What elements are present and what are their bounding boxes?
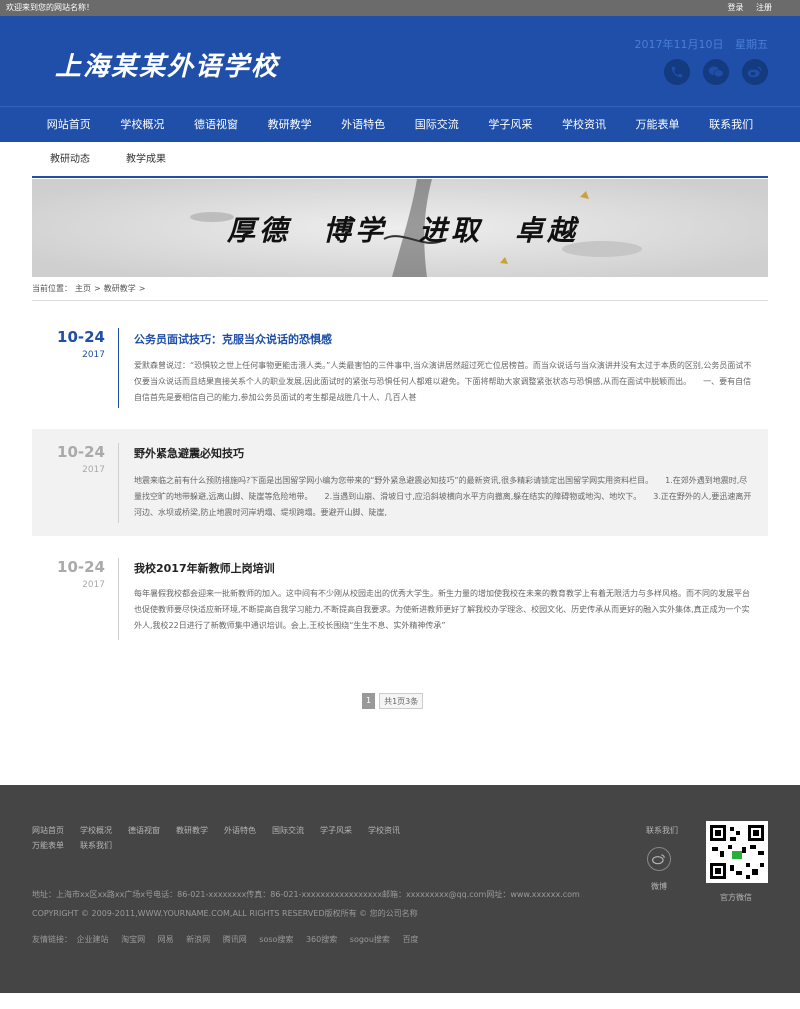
nav-item-about[interactable]: 学校概况	[106, 107, 180, 142]
weibo-label: 微博	[651, 882, 667, 891]
slogan-word: 进取	[419, 214, 484, 247]
article-divider	[118, 558, 119, 640]
wechat-icon[interactable]	[703, 59, 729, 85]
social-icons	[664, 59, 768, 85]
article-summary: 每年暑假我校都会迎来一批新教师的加入。这中间有不少刚从校园走出的优秀大学生。新生…	[134, 589, 750, 630]
account-links: 登录 注册	[717, 0, 772, 16]
friend-link[interactable]: 企业建站	[77, 935, 109, 944]
friend-link[interactable]: 腾讯网	[223, 935, 247, 944]
school-logo[interactable]: 上海某某外语学校	[55, 46, 279, 83]
breadcrumb-sep: >	[138, 284, 146, 293]
header-date: 2017年11月10日 星期五	[627, 36, 769, 52]
article-month-day: 10-24	[57, 443, 105, 461]
nav-item-students[interactable]: 学子风采	[474, 107, 548, 142]
article-year: 2017	[82, 465, 105, 475]
friend-links-label: 友情链接：	[32, 935, 72, 944]
footer-nav-item[interactable]: 联系我们	[80, 840, 112, 851]
article-item: 10-24 2017 公务员面试技巧：克服当众说话的恐惧感 爱默森曾说过：“恐惧…	[32, 318, 768, 413]
article-month-day: 10-24	[57, 558, 105, 576]
nav-item-home[interactable]: 网站首页	[32, 107, 106, 142]
footer-nav: 网站首页 学校概况 德语视窗 教研教学 外语特色 国际交流 学子风采 学校资讯 …	[32, 825, 462, 851]
footer-nav-item[interactable]: 网站首页	[32, 825, 64, 836]
footer-nav-item[interactable]: 国际交流	[272, 825, 304, 836]
breadcrumb-prefix: 当前位置：	[32, 284, 72, 293]
nav-item-exchange[interactable]: 国际交流	[400, 107, 474, 142]
article-year: 2017	[82, 580, 105, 590]
article-item: 10-24 2017 野外紧急避震必知技巧 地震来临之前有什么预防措施吗?下面是…	[32, 429, 768, 536]
friend-links: 友情链接： 企业建站 淘宝网 网易 新浪网 腾讯网 soso搜索 360搜索 s…	[32, 934, 428, 945]
slogan-word: 博学	[323, 214, 388, 247]
site-footer: 网站首页 学校概况 德语视窗 教研教学 外语特色 国际交流 学子风采 学校资讯 …	[0, 785, 800, 993]
article-year: 2017	[82, 350, 105, 360]
friend-link[interactable]: 淘宝网	[121, 935, 145, 944]
nav-item-german[interactable]: 德语视窗	[179, 107, 253, 142]
login-link[interactable]: 登录	[727, 3, 743, 12]
article-divider	[118, 443, 119, 523]
wechat-qr-code	[706, 821, 768, 883]
friend-link[interactable]: 百度	[402, 935, 418, 944]
friend-link[interactable]: soso搜索	[259, 935, 293, 944]
slogan-word: 厚德	[227, 214, 292, 247]
subnav-item-results[interactable]: 教学成果	[108, 142, 184, 176]
footer-copyright: COPYRIGHT © 2009-2011,WWW.YOURNAME.COM,A…	[32, 909, 418, 918]
register-link[interactable]: 注册	[756, 3, 772, 12]
banner: 厚德 博学 进取 卓越	[32, 179, 768, 277]
main-nav: 网站首页 学校概况 德语视窗 教研教学 外语特色 国际交流 学子风采 学校资讯 …	[0, 106, 800, 142]
friend-link[interactable]: 网易	[158, 935, 174, 944]
article-title[interactable]: 公务员面试技巧：克服当众说话的恐惧感	[134, 331, 332, 347]
nav-item-contact[interactable]: 联系我们	[694, 107, 768, 142]
breadcrumb-current[interactable]: 教研教学	[104, 284, 136, 293]
footer-nav-item[interactable]: 学子风采	[320, 825, 352, 836]
subnav-item-research[interactable]: 教研动态	[32, 142, 108, 176]
friend-link[interactable]: sogou搜索	[350, 935, 390, 944]
nav-item-features[interactable]: 外语特色	[326, 107, 400, 142]
footer-nav-item[interactable]: 学校资讯	[368, 825, 400, 836]
article-summary: 地震来临之前有什么预防措施吗?下面是出国留学网小编为您带来的“野外紧急避震必知技…	[134, 476, 752, 517]
friend-link[interactable]: 360搜索	[306, 935, 337, 944]
welcome-text: 欢迎来到您的网站名称！	[6, 3, 94, 12]
weekday-text: 星期五	[735, 38, 768, 51]
footer-nav-item[interactable]: 学校概况	[80, 825, 112, 836]
footer-nav-item[interactable]: 万能表单	[32, 840, 64, 851]
date-text: 2017年11月10日	[634, 38, 724, 51]
footer-nav-item[interactable]: 教研教学	[176, 825, 208, 836]
sub-nav: 教研动态 教学成果	[32, 142, 768, 178]
article-date: 10-24 2017	[32, 558, 105, 590]
breadcrumb-sep: >	[94, 284, 101, 293]
article-title[interactable]: 野外紧急避震必知技巧	[134, 445, 244, 461]
breadcrumb-home[interactable]: 主页	[75, 284, 91, 293]
phone-icon[interactable]	[664, 59, 690, 85]
page-current[interactable]: 1	[362, 693, 376, 709]
article-date: 10-24 2017	[32, 328, 105, 360]
footer-nav-item[interactable]: 外语特色	[224, 825, 256, 836]
article-month-day: 10-24	[57, 328, 105, 346]
article-summary: 爱默森曾说过：“恐惧较之世上任何事物更能击溃人类。”人类最害怕的三件事中,当众演…	[134, 361, 768, 402]
friend-link[interactable]: 新浪网	[186, 935, 210, 944]
article-date: 10-24 2017	[32, 443, 105, 475]
wechat-label: 官方微信	[720, 893, 752, 902]
footer-contact-label: 联系我们	[646, 826, 678, 835]
nav-item-forms[interactable]: 万能表单	[621, 107, 695, 142]
page-info: 共1页3条	[379, 693, 424, 709]
article-title[interactable]: 我校2017年新教师上岗培训	[134, 560, 275, 576]
article-divider	[118, 328, 119, 408]
weibo-icon[interactable]	[742, 59, 768, 85]
footer-nav-item[interactable]: 德语视窗	[128, 825, 160, 836]
footer-address: 地址：上海市xx区xx路xx广场x号电话：86-021-xxxxxxxx传真：8…	[32, 890, 580, 899]
article-item: 10-24 2017 我校2017年新教师上岗培训 每年暑假我校都会迎来一批新教…	[32, 550, 768, 645]
weibo-icon[interactable]	[647, 847, 671, 871]
breadcrumb: 当前位置： 主页 > 教研教学 >	[32, 283, 768, 301]
site-header: 上海某某外语学校 2017年11月10日 星期五	[0, 16, 800, 106]
nav-item-teaching[interactable]: 教研教学	[253, 107, 327, 142]
nav-item-news[interactable]: 学校资讯	[547, 107, 621, 142]
banner-slogan: 厚德 博学 进取 卓越	[227, 209, 611, 249]
pagination: 1 共1页3条	[362, 693, 424, 709]
slogan-word: 卓越	[515, 214, 580, 247]
top-bar: 欢迎来到您的网站名称！ 登录 注册	[0, 0, 800, 16]
